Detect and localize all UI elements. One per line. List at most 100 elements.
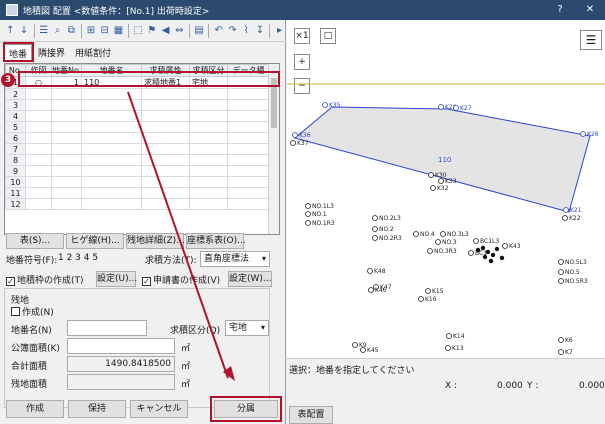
col-header-attr[interactable]: 求積属性 <box>141 64 190 77</box>
table-cell[interactable] <box>141 176 190 188</box>
survey-point-marker[interactable] <box>352 342 358 348</box>
table-row[interactable]: 11 <box>5 187 270 199</box>
survey-point-marker[interactable] <box>580 131 586 137</box>
table-cell[interactable] <box>189 88 228 100</box>
attach-icon[interactable]: ⌇ <box>240 24 253 38</box>
expand-icon[interactable]: ⇔ <box>173 24 186 38</box>
scrollbar-thumb[interactable] <box>271 78 277 128</box>
table-cell[interactable] <box>189 176 228 188</box>
create-doc-checkbox[interactable]: ✓ 申請書の作成(V) <box>142 273 220 286</box>
table-cell[interactable] <box>25 121 52 133</box>
survey-point-marker[interactable] <box>428 172 434 178</box>
survey-point-marker[interactable] <box>322 102 328 108</box>
table-cell[interactable] <box>227 176 270 188</box>
survey-point-marker[interactable] <box>473 238 479 244</box>
table-cell[interactable] <box>51 187 82 199</box>
table-cell[interactable] <box>51 110 82 122</box>
survey-point-marker[interactable] <box>502 243 508 249</box>
hige-line-button[interactable]: ヒゲ線(H)... <box>66 233 124 249</box>
table-cell[interactable] <box>227 88 270 100</box>
survey-point-marker[interactable] <box>468 250 474 256</box>
table-cell[interactable] <box>227 187 270 199</box>
map-viewer[interactable]: ×1 □ + − ☰ 110 K35 K28 K27 K36 K37 K26 K30 K32 K… <box>287 20 605 424</box>
table-cell[interactable] <box>189 143 228 155</box>
select-icon[interactable]: ⬚ <box>132 24 145 38</box>
survey-point-marker[interactable] <box>290 140 296 146</box>
table-row[interactable]: 12 <box>5 198 270 210</box>
table-cell[interactable] <box>81 176 142 188</box>
table-cell[interactable] <box>51 132 82 144</box>
table-row[interactable]: 8 <box>5 154 270 166</box>
create-button[interactable]: 作成 <box>6 400 64 418</box>
create-frame-checkbox[interactable]: ✓ 地積枠の作成(T) <box>6 273 84 286</box>
table-cell[interactable] <box>189 165 228 177</box>
table-cell[interactable] <box>227 143 270 155</box>
table-cell[interactable] <box>141 154 190 166</box>
close-button[interactable]: ✕ <box>575 0 605 20</box>
table-cell[interactable] <box>81 88 142 100</box>
table-cell[interactable] <box>25 99 52 111</box>
survey-point-marker[interactable] <box>453 105 459 111</box>
table-cell[interactable] <box>51 88 82 100</box>
table-cell[interactable] <box>227 165 270 177</box>
table-cell[interactable] <box>25 143 52 155</box>
survey-point-marker[interactable] <box>435 239 441 245</box>
table-cell[interactable] <box>51 154 82 166</box>
grid-vertical-scrollbar[interactable] <box>268 64 279 234</box>
kubun-cell[interactable]: 宅地 <box>189 76 228 89</box>
table-cell[interactable] <box>81 154 142 166</box>
table-cell[interactable] <box>25 176 52 188</box>
survey-point-marker[interactable] <box>445 345 451 351</box>
survey-point-marker[interactable] <box>305 220 311 226</box>
table-icon[interactable]: ▦ <box>112 24 125 38</box>
survey-point-marker[interactable] <box>368 287 374 293</box>
tab-paper-layout[interactable]: 用紙割付 <box>71 44 115 62</box>
survey-point-marker[interactable] <box>558 337 564 343</box>
table-row[interactable]: 5 <box>5 121 270 133</box>
frame-settings-button[interactable]: 設定(U)... <box>96 271 137 287</box>
table-cell[interactable] <box>81 198 142 210</box>
table-cell[interactable] <box>51 176 82 188</box>
draw-radio[interactable]: ○ <box>25 76 52 89</box>
survey-point-marker[interactable] <box>425 288 431 294</box>
survey-point-marker[interactable] <box>438 178 444 184</box>
coords-table-button[interactable]: 座標系表(O)... <box>186 233 246 249</box>
more-icon[interactable]: ▸ <box>273 24 286 38</box>
table-cell[interactable] <box>227 198 270 210</box>
table-cell[interactable] <box>227 132 270 144</box>
table-cell[interactable] <box>227 121 270 133</box>
table-cell[interactable] <box>141 165 190 177</box>
survey-point-marker[interactable] <box>372 235 378 241</box>
survey-point-marker[interactable] <box>558 269 564 275</box>
lot-name-input[interactable] <box>67 320 147 336</box>
col-header-draw[interactable]: 作図 <box>25 64 52 77</box>
table-row[interactable]: 4 <box>5 110 270 122</box>
table-cell[interactable] <box>189 99 228 111</box>
table-cell[interactable] <box>51 198 82 210</box>
lot-name-cell[interactable]: 110 <box>81 76 142 89</box>
table-cell[interactable] <box>227 110 270 122</box>
table-cell[interactable] <box>81 143 142 155</box>
list-icon[interactable]: ☰ <box>37 24 50 38</box>
kubun-select[interactable]: 宅地 <box>225 320 269 336</box>
table-cell[interactable] <box>81 165 142 177</box>
move-down-icon[interactable]: ↓ <box>18 24 31 38</box>
survey-point-marker[interactable] <box>418 296 424 302</box>
col-header-data-type[interactable]: データ種 <box>227 64 270 77</box>
table-cell[interactable] <box>189 110 228 122</box>
lot-symbol-value[interactable]: 1 2 3 4 5 <box>58 253 98 263</box>
split-button[interactable]: 分属 <box>214 400 278 418</box>
survey-point-marker[interactable] <box>440 231 446 237</box>
insert-row-icon[interactable]: ⊞ <box>85 24 98 38</box>
sound-icon[interactable]: ◀ <box>159 24 172 38</box>
table-cell[interactable] <box>141 132 190 144</box>
save-button[interactable]: 保持 <box>68 400 126 418</box>
table-cell[interactable] <box>51 165 82 177</box>
table-cell[interactable] <box>227 154 270 166</box>
table-row[interactable]: 1 ○ 1 110 求積地番1 宅地 <box>5 76 270 89</box>
remainder-detail-button[interactable]: 残地詳細(Z)... <box>126 233 185 249</box>
public-area-input[interactable] <box>67 338 175 354</box>
table-cell[interactable] <box>51 143 82 155</box>
help-button[interactable]: ? <box>545 0 575 20</box>
col-header-kubun[interactable]: 求積区分 <box>189 64 228 77</box>
